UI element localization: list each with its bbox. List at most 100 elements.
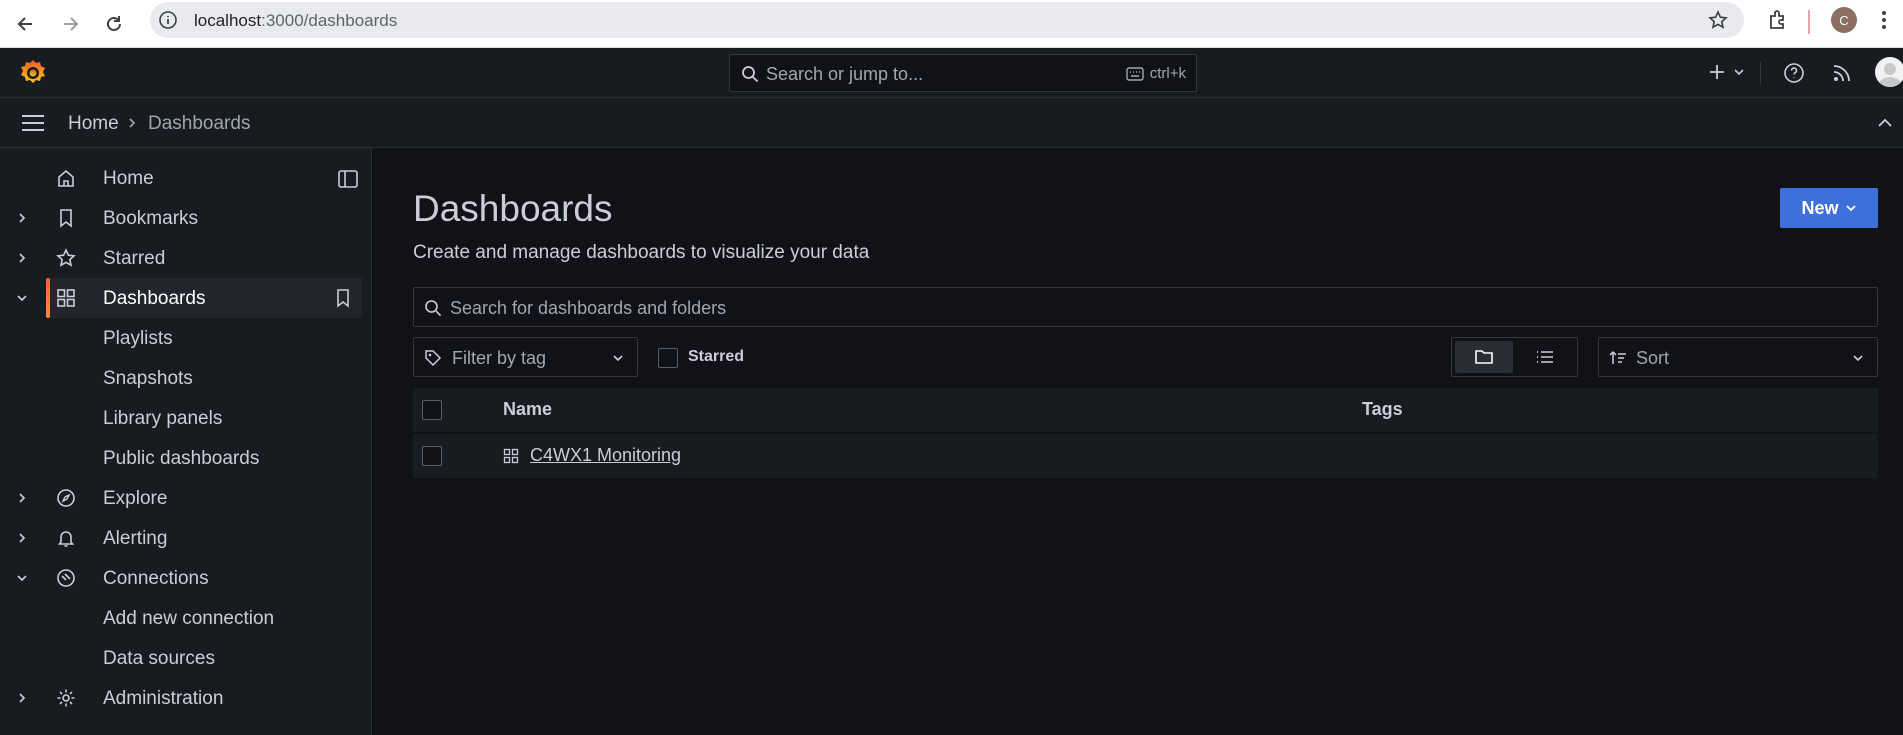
chevron-right-icon[interactable] [14,250,30,266]
browser-menu-icon[interactable] [1880,8,1888,32]
sidebar-item-administration[interactable]: Administration [0,678,362,718]
collapse-header-icon[interactable] [1876,114,1894,132]
toolbar-divider [1808,10,1810,34]
table-header: Name Tags [413,388,1878,432]
profile-avatar[interactable]: C [1831,7,1857,33]
home-icon [56,168,76,188]
column-header-name: Name [503,399,553,419]
grafana-logo-icon[interactable] [18,58,48,88]
sidebar-item-label: Alerting [103,528,168,549]
page-title: Dashboards [413,188,613,229]
row-checkbox[interactable] [422,446,442,466]
hamburger-menu-icon[interactable] [20,113,46,133]
news-rss-icon[interactable] [1831,62,1853,84]
new-button[interactable]: New [1780,188,1878,228]
sidebar-item-alerting[interactable]: Alerting [0,518,362,558]
list-view-button[interactable] [1516,341,1574,373]
sidebar-item-data-sources[interactable]: Data sources [0,638,362,678]
folder-icon [1475,350,1493,364]
sidebar-item-playlists[interactable]: Playlists [0,318,362,358]
sort-select[interactable]: Sort [1598,337,1878,377]
browser-toolbar: localhost:3000/dashboards C [0,0,1903,48]
chevron-right-icon[interactable] [14,210,30,226]
sidebar-item-label: Data sources [103,648,215,669]
sidebar-item-starred[interactable]: Starred [0,238,362,278]
extensions-icon[interactable] [1766,8,1790,32]
reload-icon[interactable] [96,6,132,42]
top-navigation-bar: Search or jump to... ctrl+k [0,48,1903,98]
sort-placeholder: Sort [1636,348,1670,368]
bookmark-page-icon[interactable] [334,288,352,308]
chevron-down-icon[interactable] [14,290,30,306]
search-or-jump-input[interactable]: Search or jump to... ctrl+k [729,54,1197,92]
tag-filter-placeholder: Filter by tag [452,348,547,368]
search-icon [741,65,759,83]
starred-label[interactable]: Starred [688,348,744,366]
starred-checkbox[interactable] [658,348,678,368]
sidebar-item-label: Dashboards [103,288,206,309]
connections-icon [56,568,76,588]
keyboard-shortcut-hint: ctrl+k [1126,65,1186,82]
sort-icon [1609,350,1627,366]
sidebar-item-label: Add new connection [103,608,275,629]
sidebar-item-connections[interactable]: Connections [0,558,362,598]
sidebar-item-label: Bookmarks [103,208,199,229]
sidebar-item-label: Connections [103,568,209,589]
sidebar-item-library-panels[interactable]: Library panels [0,398,362,438]
dashboard-search-input[interactable]: Search for dashboards and folders [413,287,1878,327]
sidebar-item-snapshots[interactable]: Snapshots [0,358,362,398]
add-new-menu[interactable] [1709,62,1749,82]
address-bar[interactable]: localhost:3000/dashboards [150,2,1744,38]
select-all-checkbox[interactable] [422,400,442,420]
sidebar-item-home[interactable]: Home [0,158,362,198]
breadcrumb-bar: Home Dashboards [0,98,1903,148]
breadcrumb-home-link[interactable]: Home [68,113,119,135]
breadcrumb-separator-icon [126,116,138,130]
site-info-icon[interactable] [158,10,178,30]
user-avatar[interactable] [1875,57,1903,87]
sidebar-item-label: Administration [103,688,224,709]
sidebar-item-explore[interactable]: Explore [0,478,362,518]
bell-icon [56,528,76,548]
topbar-divider [1760,62,1761,84]
apps-icon [56,288,76,308]
back-icon[interactable] [8,6,44,42]
chevron-down-icon [611,351,625,365]
sidebar-item-public-dashboards[interactable]: Public dashboards [0,438,362,478]
cog-icon [56,688,76,708]
view-mode-toggle [1451,337,1578,377]
side-navigation: Home Bookmarks Starred Dashboards Playli… [0,148,372,735]
sidebar-item-add-new-connection[interactable]: Add new connection [0,598,362,638]
url-text: localhost:3000/dashboards [194,11,398,30]
chevron-down-icon[interactable] [14,570,30,586]
help-icon[interactable] [1783,62,1805,84]
sidebar-item-label: Home [103,168,154,189]
list-icon [1537,351,1553,363]
sidebar-item-label: Snapshots [103,368,193,389]
tag-filter-select[interactable]: Filter by tag [413,337,638,377]
tag-icon [424,349,442,367]
page-subtitle: Create and manage dashboards to visualiz… [413,242,870,263]
sidebar-item-label: Starred [103,248,166,269]
dashboard-link[interactable]: C4WX1 Monitoring [530,445,681,466]
keyboard-icon [1126,66,1144,81]
forward-icon[interactable] [52,6,88,42]
sidebar-item-bookmarks[interactable]: Bookmarks [0,198,362,238]
column-header-tags: Tags [1362,399,1403,419]
chevron-right-icon[interactable] [14,530,30,546]
new-button-label: New [1801,197,1839,218]
bookmark-star-icon[interactable] [1708,10,1728,30]
folder-view-button[interactable] [1455,341,1513,373]
bookmark-icon [56,208,76,228]
chevron-right-icon[interactable] [14,690,30,706]
main-content: Dashboards Create and manage dashboards … [373,148,1903,735]
breadcrumb-current: Dashboards [148,113,251,134]
star-icon [56,248,76,268]
chevron-right-icon[interactable] [14,490,30,506]
sidebar-item-label: Library panels [103,408,223,429]
table-row[interactable]: C4WX1 Monitoring [413,434,1878,478]
chevron-down-icon [1845,205,1856,212]
sidebar-item-dashboards[interactable]: Dashboards [17,278,362,318]
active-indicator [46,278,50,318]
search-placeholder: Search for dashboards and folders [450,298,727,318]
